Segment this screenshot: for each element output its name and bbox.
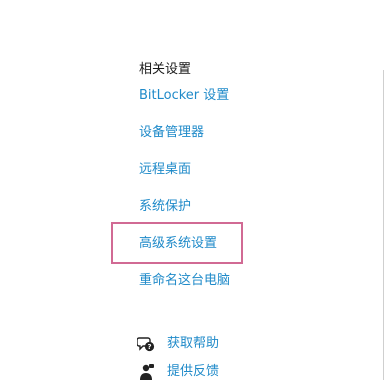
svg-text:?: ? [147,343,151,351]
scrollbar-edge [383,70,384,380]
get-help-label: 获取帮助 [167,336,220,351]
device-manager-link[interactable]: 设备管理器 [139,124,204,142]
related-settings-title: 相关设置 [139,62,192,77]
bitlocker-settings-link[interactable]: BitLocker 设置 [139,87,229,105]
highlight-box [111,222,243,264]
system-protection-link[interactable]: 系统保护 [139,198,191,216]
feedback-link[interactable]: 提供反馈 [137,362,219,380]
get-help-icon: ? [136,335,155,353]
settings-panel: 相关设置 BitLocker 设置 设备管理器 远程桌面 系统保护 高级系统设置… [0,0,386,380]
feedback-icon [137,363,155,380]
remote-desktop-link[interactable]: 远程桌面 [139,161,191,179]
rename-pc-link[interactable]: 重命名这台电脑 [139,272,230,290]
get-help-link[interactable]: ? 获取帮助 [136,334,220,354]
feedback-label: 提供反馈 [167,364,220,379]
